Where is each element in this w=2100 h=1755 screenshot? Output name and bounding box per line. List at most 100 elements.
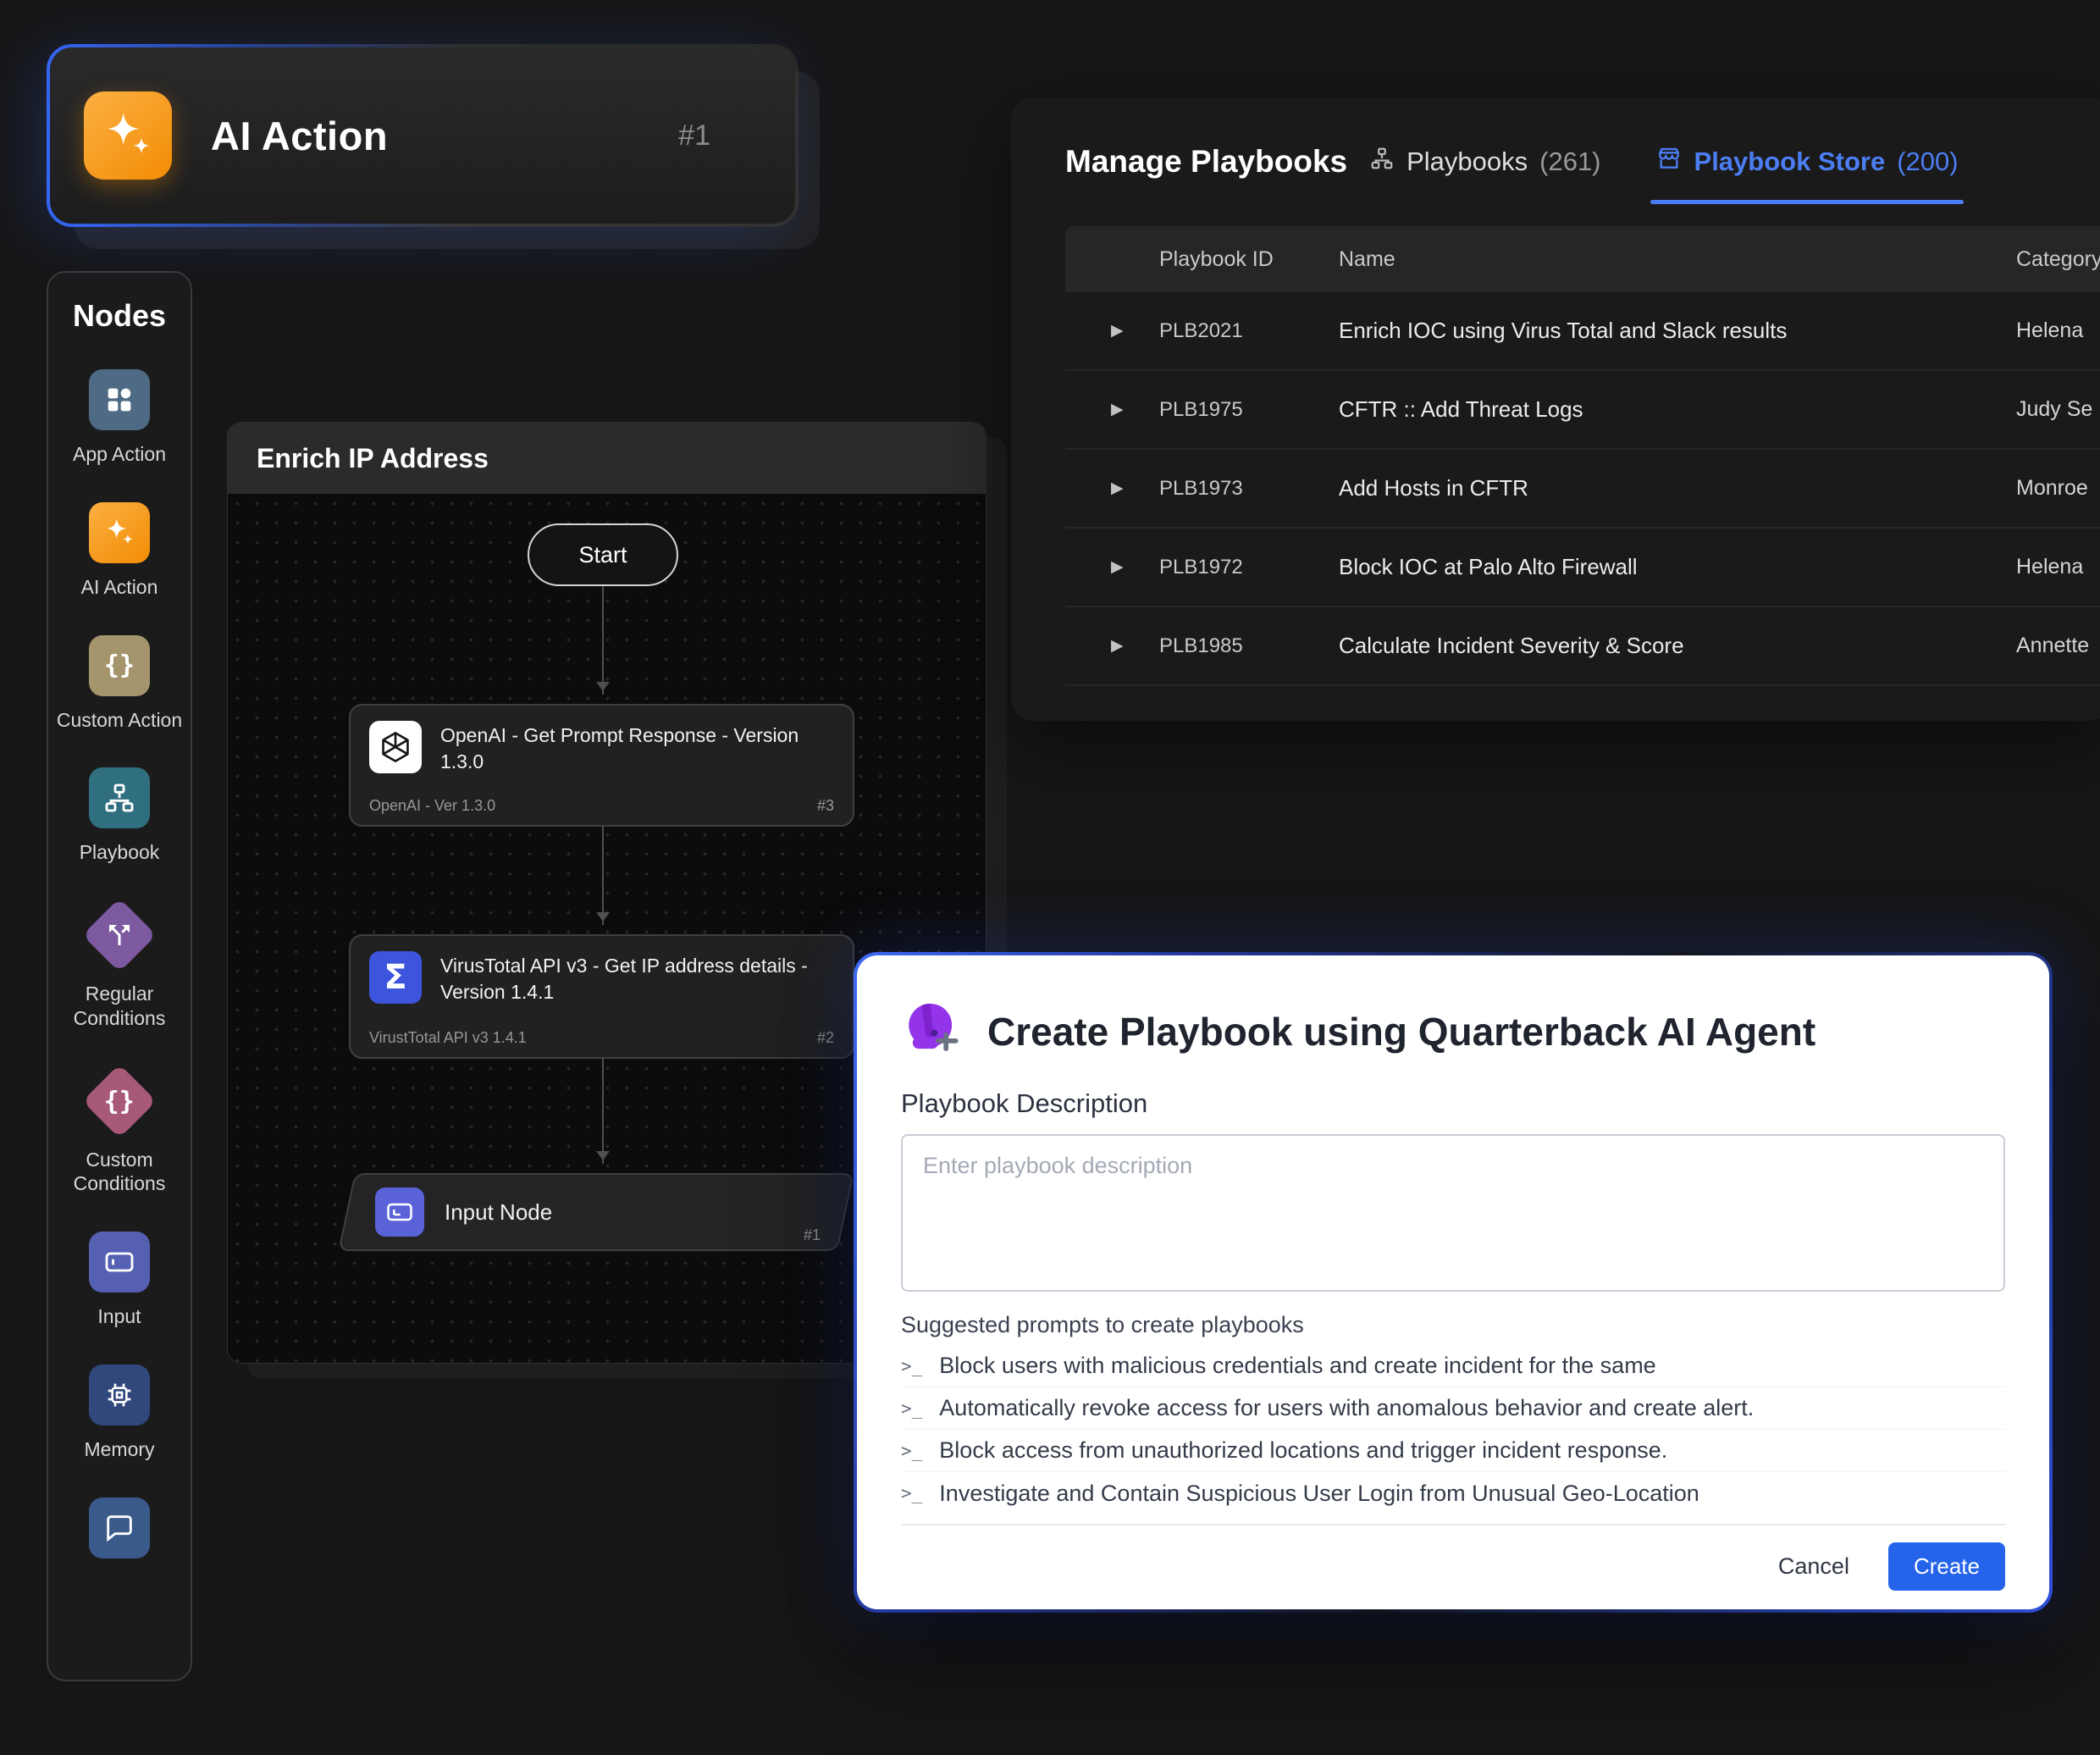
sidebar-item-label: Input <box>97 1304 141 1329</box>
playbook-category: Judy Se <box>2016 397 2100 422</box>
openai-logo-icon <box>369 721 422 773</box>
modal-title: Create Playbook using Quarterback AI Age… <box>987 1009 1815 1055</box>
sidebar-item-regular-conditions[interactable]: Regular Conditions <box>53 900 185 1031</box>
flow-node-badge: #2 <box>817 1029 834 1047</box>
page-title: Manage Playbooks <box>1065 144 1347 180</box>
playbook-category: Helena <box>2016 555 2100 579</box>
sidebar-item-label: Custom Action <box>57 708 182 733</box>
playbook-id: PLB2021 <box>1159 319 1339 343</box>
sidebar-item-playbook[interactable]: Playbook <box>80 767 160 865</box>
tab-label: Playbooks <box>1406 147 1528 177</box>
tab-label: Playbook Store <box>1694 147 1886 177</box>
table-row[interactable]: PLB1972 Block IOC at Palo Alto Firewall … <box>1065 529 2100 607</box>
column-header-category: Category <box>2016 247 2100 272</box>
input-icon <box>89 1232 150 1293</box>
input-icon <box>375 1188 424 1237</box>
sitemap-icon <box>1369 146 1395 178</box>
suggested-prompt[interactable]: >_ Automatically revoke access for users… <box>901 1387 2005 1430</box>
start-node[interactable]: Start <box>528 523 678 586</box>
store-icon <box>1655 145 1683 179</box>
braces-icon: {} <box>89 635 150 696</box>
playbook-name: Add Hosts in CFTR <box>1339 475 2016 501</box>
flow-node-title: OpenAI - Get Prompt Response - Version 1… <box>440 721 834 775</box>
table-row[interactable]: PLB2021 Enrich IOC using Virus Total and… <box>1065 292 2100 371</box>
suggested-prompts-list: >_ Block users with malicious credential… <box>901 1345 2005 1514</box>
column-header-playbook-id: Playbook ID <box>1159 247 1339 272</box>
sidebar-item-label: Playbook <box>80 840 160 865</box>
sidebar-item-label: AI Action <box>81 575 158 600</box>
suggested-prompts-label: Suggested prompts to create playbooks <box>901 1312 2005 1338</box>
tab-playbooks[interactable]: Playbooks (261) <box>1369 146 1600 178</box>
playbook-name: CFTR :: Add Threat Logs <box>1339 396 2016 423</box>
playbook-category: Annette <box>2016 634 2100 658</box>
playbooks-tabs: Playbooks (261) Playbook Store (200) <box>1369 145 1958 179</box>
connector-arrow <box>602 827 604 925</box>
connector-arrow <box>602 586 604 695</box>
nodes-sidebar: Nodes App Action AI Action {} Custom Act… <box>47 271 192 1681</box>
virustotal-logo-icon: Σ <box>369 951 422 1004</box>
suggested-prompt[interactable]: >_ Block users with malicious credential… <box>901 1345 2005 1387</box>
playbook-name: Calculate Incident Severity & Score <box>1339 633 2016 659</box>
cancel-button[interactable]: Cancel <box>1778 1553 1849 1580</box>
sidebar-item-input[interactable]: Input <box>89 1232 150 1329</box>
sidebar-item-app-action[interactable]: App Action <box>73 369 166 467</box>
playbooks-table: Playbook ID Name Category PLB2021 Enrich… <box>1065 226 2100 686</box>
virustotal-flow-node[interactable]: Σ VirusTotal API v3 - Get IP address det… <box>349 934 854 1059</box>
row-expander-icon[interactable] <box>1111 479 1159 498</box>
flow-node-subtitle: OpenAI - Ver 1.3.0 <box>369 797 495 815</box>
sitemap-icon <box>89 767 150 828</box>
row-expander-icon[interactable] <box>1111 557 1159 577</box>
playbook-id: PLB1973 <box>1159 477 1339 501</box>
playbook-id: PLB1972 <box>1159 556 1339 579</box>
tab-count: (261) <box>1539 147 1600 177</box>
branch-icon <box>82 898 157 972</box>
input-flow-node[interactable]: Input Node #1 <box>346 1173 846 1251</box>
sparkles-icon <box>84 91 172 180</box>
sidebar-item-label: Custom Conditions <box>53 1148 185 1197</box>
playbook-category: Monroe <box>2016 476 2100 501</box>
suggested-prompt[interactable]: >_ Investigate and Contain Suspicious Us… <box>901 1472 2005 1514</box>
column-header-name: Name <box>1339 247 2016 272</box>
suggested-prompt[interactable]: >_ Block access from unauthorized locati… <box>901 1430 2005 1472</box>
terminal-prompt-icon: >_ <box>901 1483 922 1503</box>
ai-action-node-card[interactable]: AI Action #1 <box>50 47 795 224</box>
flow-node-subtitle: VirustTotal API v3 1.4.1 <box>369 1029 527 1047</box>
sidebar-item-label: Regular Conditions <box>53 982 185 1031</box>
table-row[interactable]: PLB1973 Add Hosts in CFTR Monroe <box>1065 450 2100 529</box>
flow-node-badge: #3 <box>817 797 834 815</box>
chat-icon <box>89 1498 150 1558</box>
tab-playbook-store[interactable]: Playbook Store (200) <box>1655 145 1959 179</box>
terminal-prompt-icon: >_ <box>901 1398 922 1419</box>
playbook-name: Block IOC at Palo Alto Firewall <box>1339 554 2016 580</box>
ai-action-card-badge: #1 <box>678 119 710 152</box>
table-row[interactable]: PLB1985 Calculate Incident Severity & Sc… <box>1065 607 2100 686</box>
connector-arrow <box>602 1059 604 1164</box>
ai-action-card-glow: AI Action #1 <box>47 44 799 227</box>
sidebar-item-custom-action[interactable]: {} Custom Action <box>57 635 182 733</box>
flow-node-title: Input Node <box>445 1199 552 1226</box>
flow-node-badge: #1 <box>804 1226 821 1244</box>
playbook-description-input[interactable] <box>901 1134 2005 1292</box>
playbook-category: Helena <box>2016 318 2100 343</box>
ai-action-card-title: AI Action <box>211 113 388 159</box>
sidebar-item-label: App Action <box>73 442 166 467</box>
terminal-prompt-icon: >_ <box>901 1441 922 1461</box>
row-expander-icon[interactable] <box>1111 400 1159 419</box>
sidebar-item-ai-action[interactable]: AI Action <box>81 502 158 600</box>
table-header-row: Playbook ID Name Category <box>1065 226 2100 292</box>
row-expander-icon[interactable] <box>1111 321 1159 340</box>
sidebar-item-custom-conditions[interactable]: {} Custom Conditions <box>53 1066 185 1197</box>
tab-count: (200) <box>1897 147 1958 177</box>
row-expander-icon[interactable] <box>1111 636 1159 656</box>
openai-flow-node[interactable]: OpenAI - Get Prompt Response - Version 1… <box>349 704 854 827</box>
sidebar-item-label: Memory <box>84 1437 154 1462</box>
flow-panel-title: Enrich IP Address <box>228 423 986 494</box>
sparkles-icon <box>89 502 150 563</box>
create-playbook-modal-glow: Create Playbook using Quarterback AI Age… <box>854 952 2053 1613</box>
create-button[interactable]: Create <box>1888 1542 2005 1591</box>
table-row[interactable]: PLB1975 CFTR :: Add Threat Logs Judy Se <box>1065 371 2100 450</box>
playbook-id: PLB1975 <box>1159 398 1339 422</box>
flow-node-title: VirusTotal API v3 - Get IP address detai… <box>440 951 834 1005</box>
sidebar-item-memory[interactable]: Memory <box>84 1365 154 1462</box>
sidebar-item-partial[interactable] <box>89 1498 150 1570</box>
